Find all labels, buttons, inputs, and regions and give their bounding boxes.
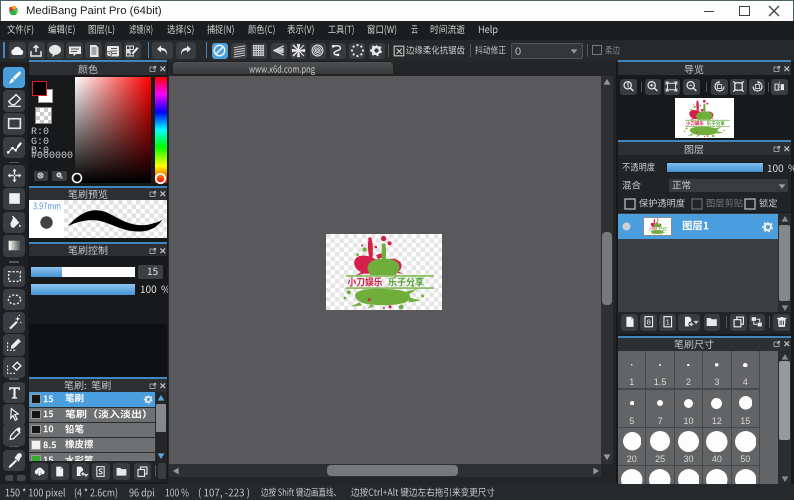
svg-text:8: 8 xyxy=(646,318,650,327)
svg-text:1: 1 xyxy=(665,318,669,327)
